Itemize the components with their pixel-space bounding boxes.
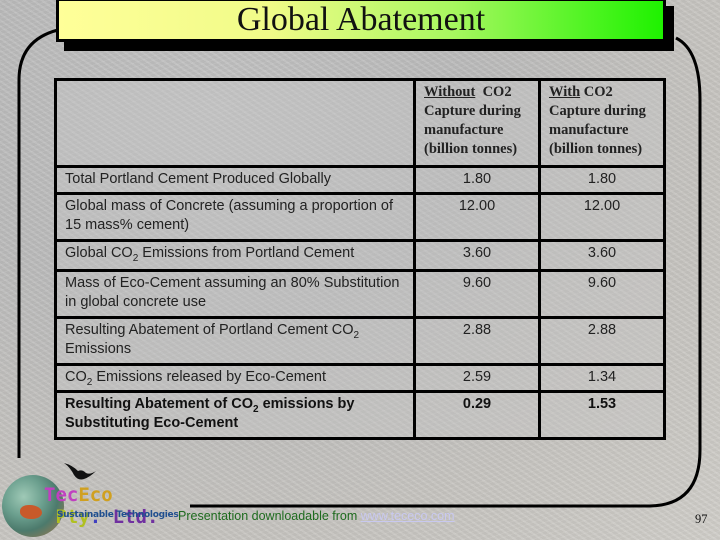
- header-line: (billion tonnes): [549, 141, 643, 157]
- abatement-table: Without CO2 Capture during manufacture (bil…: [54, 78, 666, 440]
- value-without: 12.00: [413, 192, 541, 242]
- row-label: Resulting Abatement of CO2 emissions by …: [54, 390, 416, 440]
- brand-part: Tec: [44, 484, 79, 506]
- header-line: manufacture: [549, 122, 629, 138]
- table-row: Total Portland Cement Produced Globally …: [54, 165, 666, 195]
- value-with: 9.60: [538, 269, 666, 319]
- header-line: CO2: [475, 84, 512, 100]
- table-row: Resulting Abatement of Portland Cement C…: [54, 316, 666, 366]
- value-with: 2.88: [538, 316, 666, 366]
- header-empty-cell: [54, 78, 416, 168]
- header-with-capture: With CO2 Capture during manufacture (billio…: [538, 78, 666, 168]
- label-text: CO: [65, 369, 87, 385]
- label-text: Emissions from Portland Cement: [138, 245, 355, 261]
- download-link[interactable]: www.tececo.com: [361, 509, 455, 523]
- value-without: 3.60: [413, 239, 541, 272]
- value-without: 9.60: [413, 269, 541, 319]
- table-row: Mass of Eco-Cement assuming an 80% Subst…: [54, 269, 666, 319]
- value-with: 1.80: [538, 165, 666, 195]
- row-label: Global CO2 Emissions from Portland Cemen…: [54, 239, 416, 272]
- table-row-total: Resulting Abatement of CO2 emissions by …: [54, 390, 666, 440]
- tececo-logo: TecEco Pty. Ltd. Sustainable Technologie…: [0, 455, 200, 540]
- footer-text: Presentation downloadable from: [178, 509, 361, 523]
- table-header-row: Without CO2 Capture during manufacture (bil…: [54, 78, 666, 168]
- value-without: 2.59: [413, 363, 541, 393]
- brand-part: [44, 506, 55, 528]
- australia-shape: [20, 505, 42, 519]
- table-row: CO2 Emissions released by Eco-Cement 2.5…: [54, 363, 666, 393]
- brand-part: Eco: [78, 484, 113, 506]
- value-with: 1.34: [538, 363, 666, 393]
- header-line: CO2: [580, 84, 613, 100]
- row-label: Total Portland Cement Produced Globally: [54, 165, 416, 195]
- value-without: 0.29: [413, 390, 541, 440]
- footer-note: Presentation downloadable from www.tecec…: [178, 509, 455, 523]
- label-text: Global CO: [65, 245, 133, 261]
- table-row: Global mass of Concrete (assuming a prop…: [54, 192, 666, 242]
- row-label: Mass of Eco-Cement assuming an 80% Subst…: [54, 269, 416, 319]
- row-label: Resulting Abatement of Portland Cement C…: [54, 316, 416, 366]
- brand-tagline: Sustainable Technologies: [57, 510, 179, 520]
- header-line: (billion tonnes): [424, 141, 518, 157]
- title-bar: Global Abatement: [56, 0, 666, 42]
- value-with: 3.60: [538, 239, 666, 272]
- page-number: 97: [695, 512, 708, 526]
- header-line: Capture during: [424, 103, 521, 119]
- header-emph: With: [549, 84, 581, 100]
- header-emph: Without: [424, 84, 476, 100]
- value-with: 1.53: [538, 390, 666, 440]
- header-line: manufacture: [424, 122, 504, 138]
- value-without: 2.88: [413, 316, 541, 366]
- label-text: Resulting Abatement of CO: [65, 396, 253, 412]
- slide-title: Global Abatement: [236, 1, 486, 38]
- bird-icon: [64, 463, 96, 480]
- frame-left-curve: [17, 28, 59, 458]
- value-without: 1.80: [413, 165, 541, 195]
- header-without-capture: Without CO2 Capture during manufacture (bil…: [413, 78, 541, 168]
- row-label: CO2 Emissions released by Eco-Cement: [54, 363, 416, 393]
- label-text: Resulting Abatement of Portland Cement C…: [65, 322, 354, 338]
- row-label: Global mass of Concrete (assuming a prop…: [54, 192, 416, 242]
- value-with: 12.00: [538, 192, 666, 242]
- label-text: Emissions released by Eco-Cement: [92, 369, 327, 385]
- table-row: Global CO2 Emissions from Portland Cemen…: [54, 239, 666, 272]
- brand-name: TecEco Pty. Ltd.: [44, 484, 200, 528]
- header-line: Capture during: [549, 103, 646, 119]
